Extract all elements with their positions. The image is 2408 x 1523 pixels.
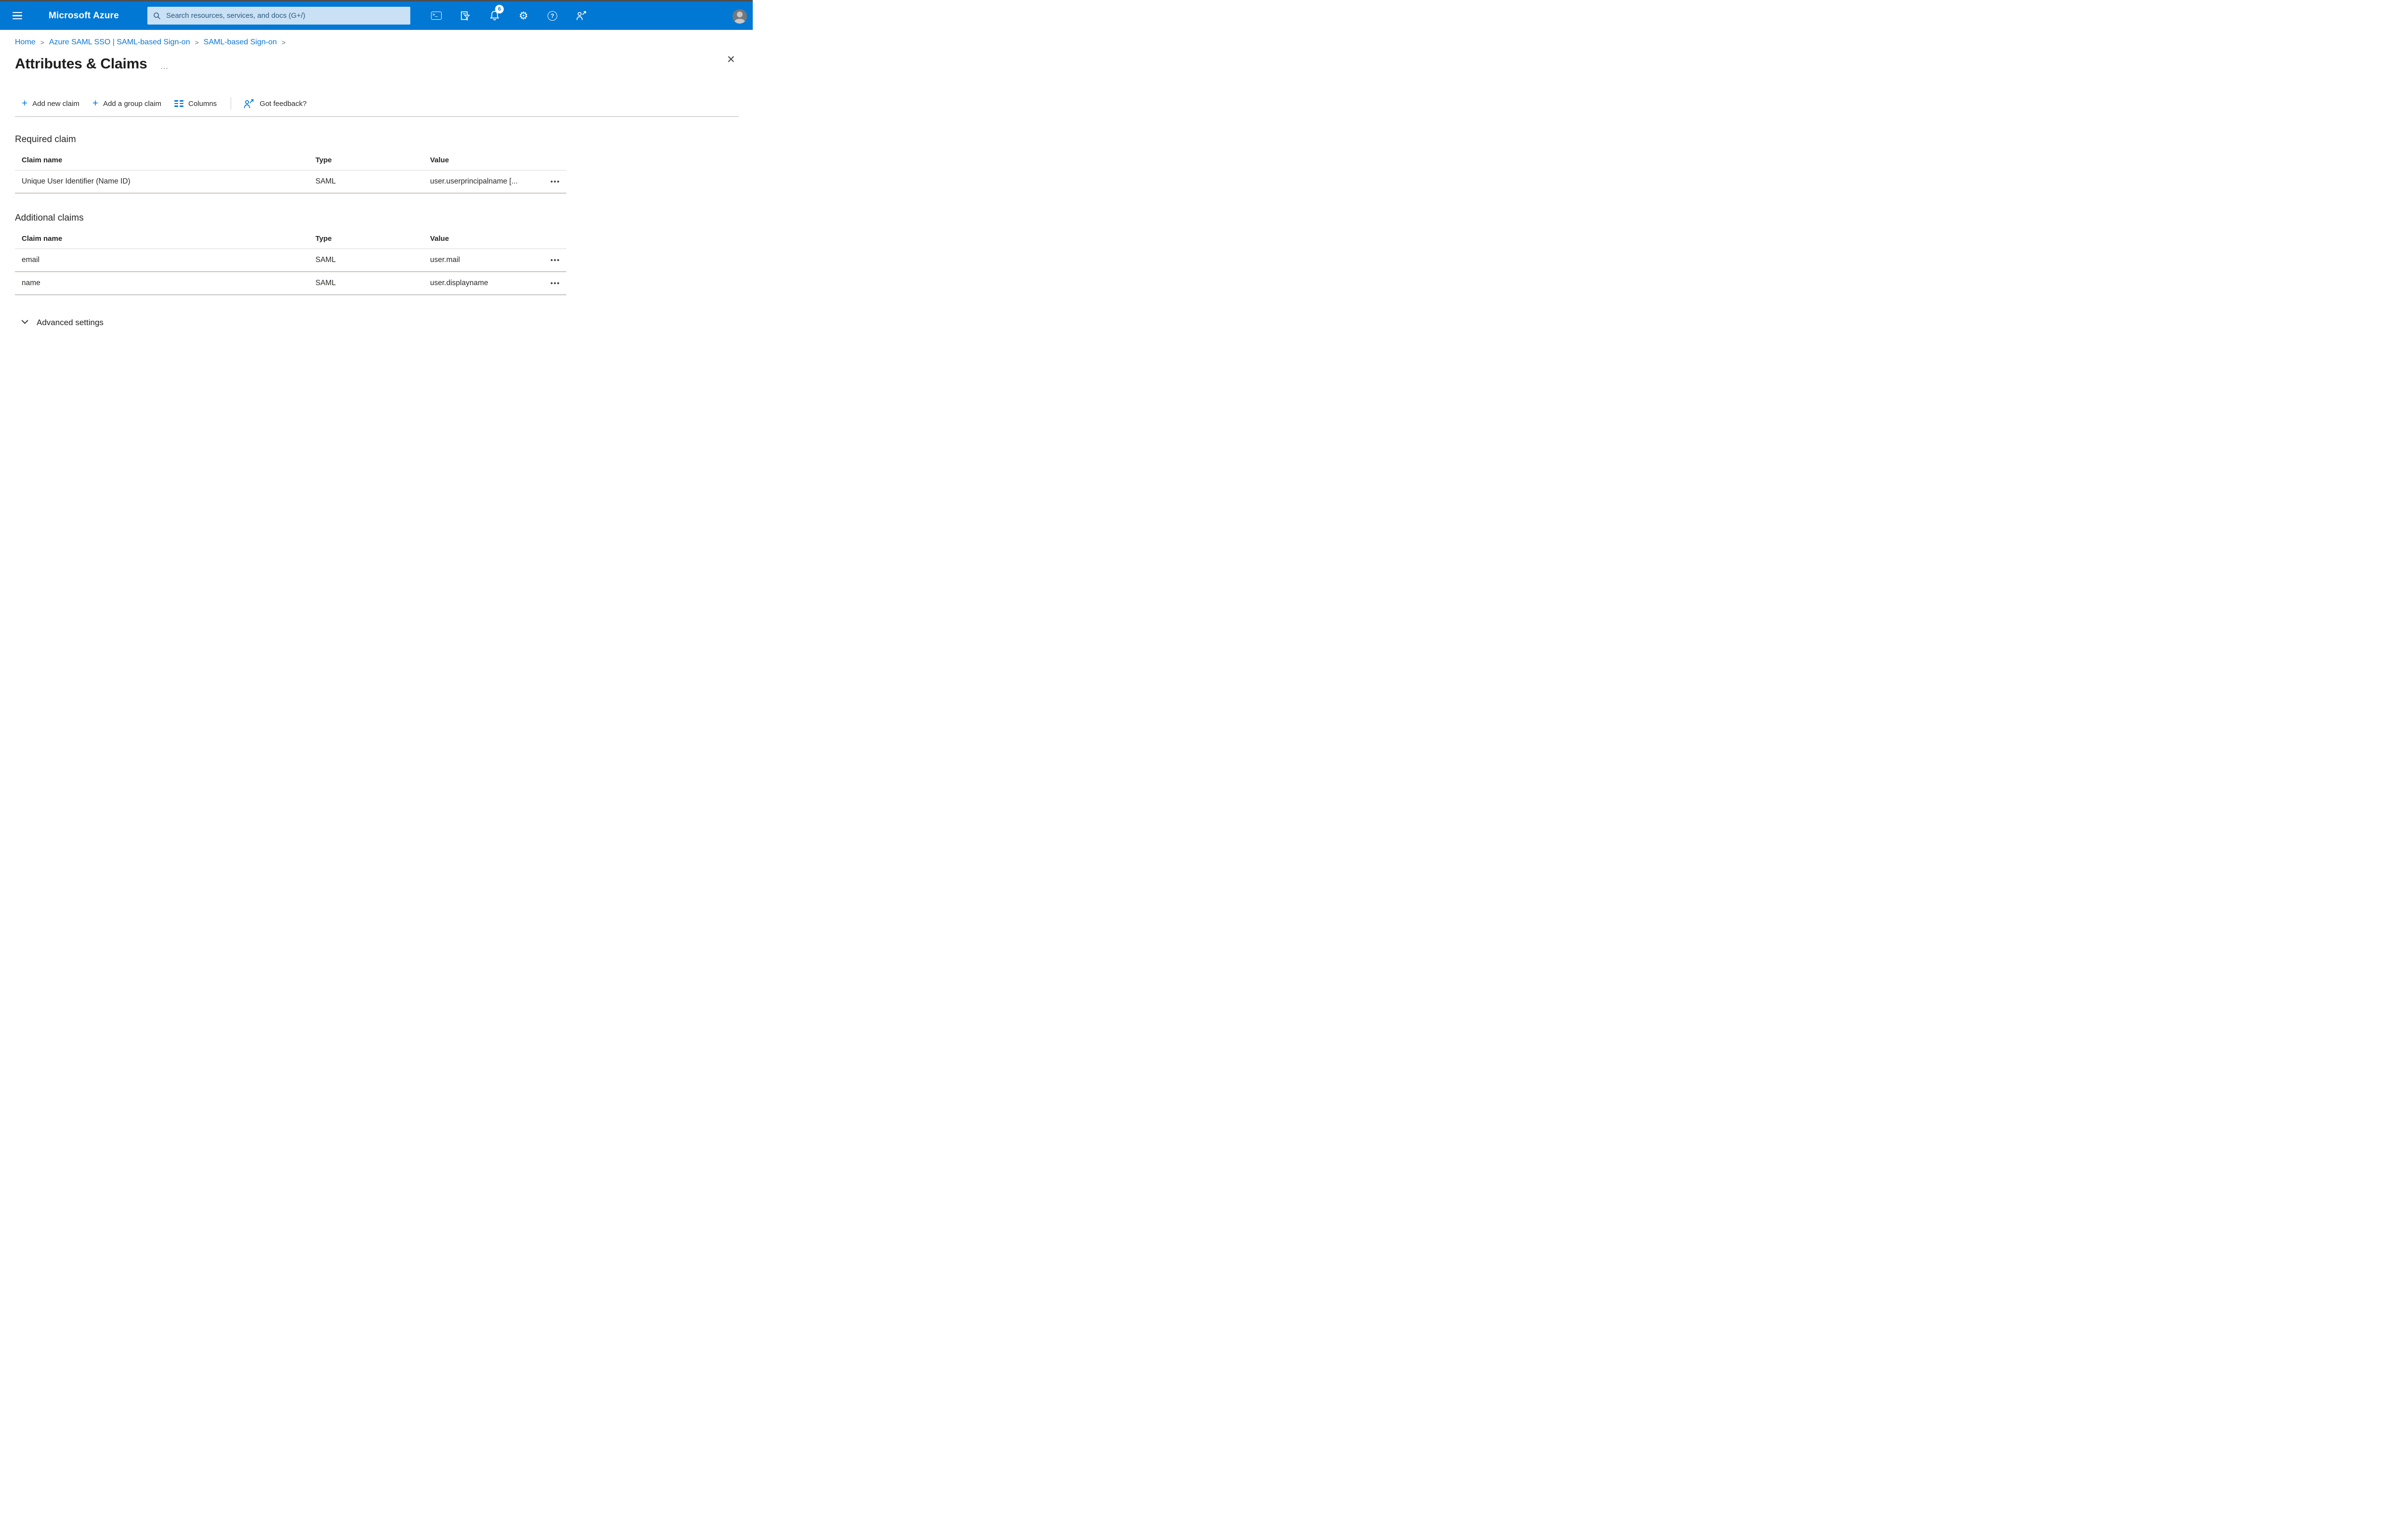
gear-icon: ⚙	[519, 9, 528, 22]
required-claim-heading: Required claim	[15, 134, 76, 144]
settings-button[interactable]: ⚙	[514, 1, 533, 30]
notification-badge: 6	[495, 5, 504, 13]
breadcrumb: Home > Azure SAML SSO | SAML-based Sign-…	[15, 38, 738, 47]
add-new-claim-button[interactable]: + Add new claim	[22, 97, 79, 109]
avatar-body	[734, 19, 745, 24]
breadcrumb-app-sso[interactable]: Azure SAML SSO | SAML-based Sign-on	[49, 38, 190, 47]
row-menu-button[interactable]: •••	[549, 278, 562, 289]
add-group-claim-label: Add a group claim	[103, 99, 161, 108]
row-menu-button[interactable]: •••	[549, 177, 562, 187]
claim-value-cell: user.mail	[430, 256, 460, 264]
magnifier-icon	[154, 12, 160, 19]
filter-icon	[461, 11, 471, 21]
directory-filter-button[interactable]	[456, 1, 475, 30]
toolbar-separator	[15, 116, 739, 117]
got-feedback-button[interactable]: Got feedback?	[243, 98, 307, 109]
plus-icon: +	[22, 97, 28, 109]
plus-icon: +	[92, 97, 99, 109]
column-header-value: Value	[430, 156, 449, 164]
table-header-row: Claim name Type Value	[15, 227, 566, 249]
claim-type-cell: SAML	[315, 177, 336, 185]
table-row[interactable]: name SAML user.displayname •••	[15, 272, 566, 295]
add-group-claim-button[interactable]: + Add a group claim	[92, 97, 161, 109]
column-header-type: Type	[315, 235, 332, 243]
claim-type-cell: SAML	[315, 256, 336, 264]
global-search[interactable]	[147, 7, 410, 25]
column-header-type: Type	[315, 156, 332, 164]
claim-name-cell: email	[22, 256, 40, 264]
advanced-settings-toggle[interactable]: Advanced settings	[15, 317, 104, 328]
claim-value-cell: user.userprincipalname [...	[430, 177, 518, 185]
terminal-icon: >_	[431, 12, 442, 20]
claim-value-cell: user.displayname	[430, 279, 488, 287]
claim-name-cell: Unique User Identifier (Name ID)	[22, 177, 131, 185]
claim-name-cell: name	[22, 279, 40, 287]
command-bar: + Add new claim + Add a group claim Colu…	[15, 97, 738, 110]
table-row[interactable]: Unique User Identifier (Name ID) SAML us…	[15, 171, 566, 194]
feedback-button[interactable]	[572, 1, 591, 30]
claim-type-cell: SAML	[315, 279, 336, 287]
columns-button[interactable]: Columns	[174, 100, 217, 108]
row-menu-button[interactable]: •••	[549, 255, 562, 265]
brand-title: Microsoft Azure	[49, 10, 119, 21]
column-header-claim-name: Claim name	[22, 235, 63, 243]
topbar: Microsoft Azure >_ 6	[0, 1, 753, 30]
notifications-button[interactable]: 6	[485, 1, 504, 30]
table-row[interactable]: email SAML user.mail •••	[15, 249, 566, 272]
got-feedback-label: Got feedback?	[260, 99, 307, 108]
required-claim-section: Required claim Claim name Type Value Uni…	[15, 134, 738, 194]
add-new-claim-label: Add new claim	[32, 99, 79, 108]
search-input[interactable]	[165, 11, 406, 20]
required-claim-table: Claim name Type Value Unique User Identi…	[15, 149, 566, 194]
advanced-settings-label: Advanced settings	[37, 318, 104, 327]
help-button[interactable]: ?	[543, 1, 562, 30]
column-header-claim-name: Claim name	[22, 156, 63, 164]
blade-content: Home > Azure SAML SSO | SAML-based Sign-…	[0, 30, 753, 328]
breadcrumb-separator: >	[40, 39, 44, 46]
columns-icon	[174, 100, 183, 107]
avatar-head	[737, 12, 743, 17]
azure-portal-page: Microsoft Azure >_ 6	[0, 0, 753, 381]
column-header-value: Value	[430, 235, 449, 243]
breadcrumb-separator: >	[195, 39, 199, 46]
additional-claims-table: Claim name Type Value email SAML user.ma…	[15, 227, 566, 295]
cloud-shell-button[interactable]: >_	[427, 1, 446, 30]
person-feedback-icon	[244, 99, 254, 108]
person-feedback-icon	[576, 11, 586, 20]
additional-claims-heading: Additional claims	[15, 213, 84, 223]
question-icon: ?	[548, 11, 557, 21]
breadcrumb-separator: >	[281, 39, 286, 46]
title-row: Attributes & Claims … ×	[15, 53, 738, 75]
page-title: Attributes & Claims	[15, 56, 147, 72]
avatar[interactable]	[733, 9, 747, 24]
breadcrumb-home[interactable]: Home	[15, 38, 36, 47]
table-header-row: Claim name Type Value	[15, 149, 566, 171]
columns-label: Columns	[188, 99, 217, 108]
title-overflow-button[interactable]: …	[160, 62, 169, 71]
additional-claims-section: Additional claims Claim name Type Value …	[15, 213, 738, 295]
breadcrumb-saml-signon[interactable]: SAML-based Sign-on	[204, 38, 277, 47]
chevron-down-icon	[21, 317, 28, 324]
hamburger-icon	[13, 12, 23, 13]
menu-button[interactable]	[10, 1, 26, 30]
close-button[interactable]: ×	[727, 53, 735, 66]
